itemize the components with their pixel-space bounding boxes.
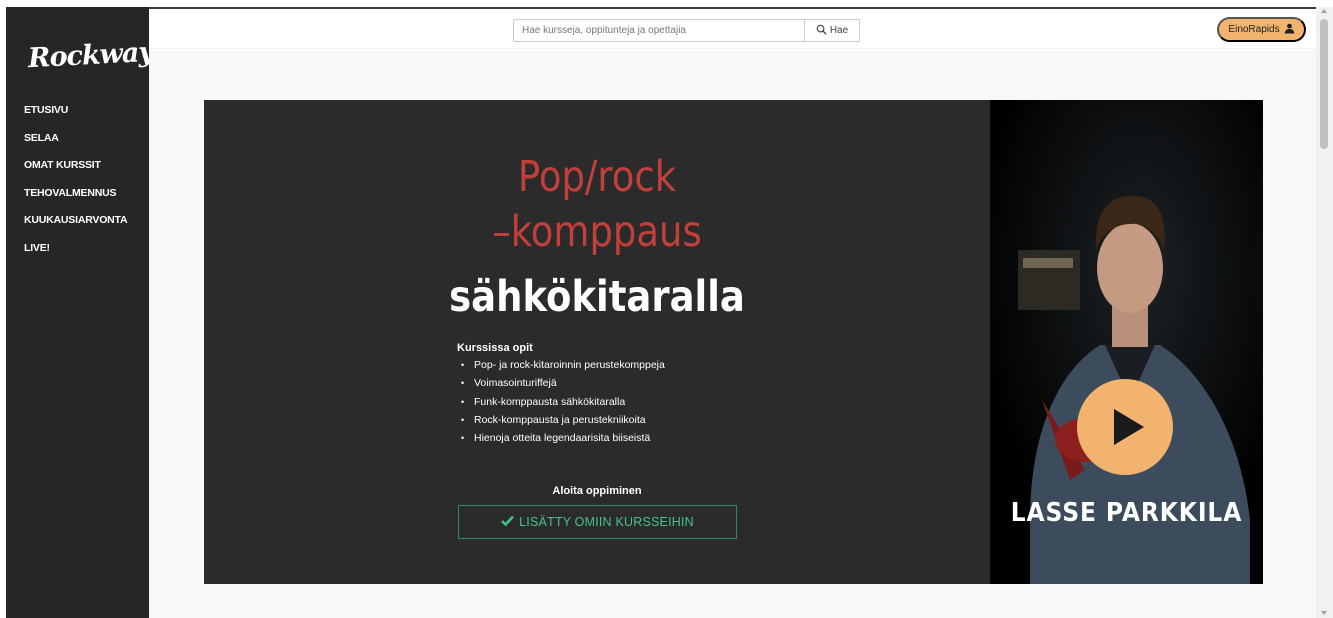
course-title-line1: Pop/rock (517, 152, 677, 202)
scroll-down-arrow-icon[interactable] (1321, 611, 1327, 615)
teacher-photo: LASSE PARKKILA (990, 100, 1263, 584)
app-window: Rockway ETUSIVU SELAA OMAT KURSSIT TEHOV… (0, 0, 1333, 618)
learn-heading: Kurssissa opit (457, 342, 533, 354)
learn-item: Rock-komppausta ja perustekniikoita (461, 413, 665, 431)
sidebar-item-etusivu[interactable]: ETUSIVU (24, 103, 127, 131)
added-button-label: LISÄTTY OMIIN KURSSEIHIN (519, 515, 694, 529)
check-icon (501, 515, 515, 529)
page-scrollbar[interactable] (1316, 7, 1333, 618)
sidebar-item-omat-kurssit[interactable]: OMAT KURSSIT (24, 158, 127, 186)
learn-item: Voimasointuriffejä (461, 376, 665, 394)
learn-item: Funk-komppausta sähkökitaralla (461, 395, 665, 413)
play-icon (1114, 409, 1144, 445)
rockway-logo[interactable]: Rockway (27, 37, 153, 75)
learn-item: Pop- ja rock-kitaroinnin perustekomppeja (461, 358, 665, 376)
sidebar-item-live[interactable]: LIVE! (24, 241, 127, 269)
course-title-line2: –komppaus (492, 207, 702, 257)
course-hero: Pop/rock –komppaus sähkökitaralla Kurssi… (204, 100, 1263, 584)
sidebar-item-tehovalmennus[interactable]: TEHOVALMENNUS (24, 186, 127, 214)
user-name: EinoRapids (1228, 24, 1280, 35)
start-learning-heading: Aloita oppiminen (552, 485, 642, 497)
top-border (149, 7, 1316, 9)
course-title-line3: sähkökitaralla (449, 272, 745, 322)
sidebar-nav: ETUSIVU SELAA OMAT KURSSIT TEHOVALMENNUS… (24, 103, 128, 269)
search-icon (816, 24, 827, 38)
learn-item: Hienoja otteita legendaarisita biiseistä (461, 431, 665, 449)
added-to-courses-button[interactable]: LISÄTTY OMIIN KURSSEIHIN (458, 505, 737, 539)
sidebar-item-kuukausiarvonta[interactable]: KUUKAUSIARVONTA (24, 213, 128, 241)
learn-list: Pop- ja rock-kitaroinnin perustekomppeja… (461, 358, 665, 449)
scroll-up-arrow-icon[interactable] (1321, 9, 1327, 13)
search-button[interactable]: Hae (804, 19, 860, 42)
play-video-button[interactable] (1077, 379, 1173, 475)
sidebar: Rockway ETUSIVU SELAA OMAT KURSSIT TEHOV… (6, 7, 154, 618)
sidebar-item-selaa[interactable]: SELAA (24, 131, 127, 159)
user-icon (1284, 23, 1295, 37)
search-input[interactable] (513, 19, 805, 42)
scrollbar-thumb[interactable] (1320, 19, 1328, 149)
teacher-name: LASSE PARKKILA (1010, 498, 1243, 528)
search-button-label: Hae (829, 25, 849, 36)
user-menu-button[interactable]: EinoRapids (1217, 17, 1306, 42)
